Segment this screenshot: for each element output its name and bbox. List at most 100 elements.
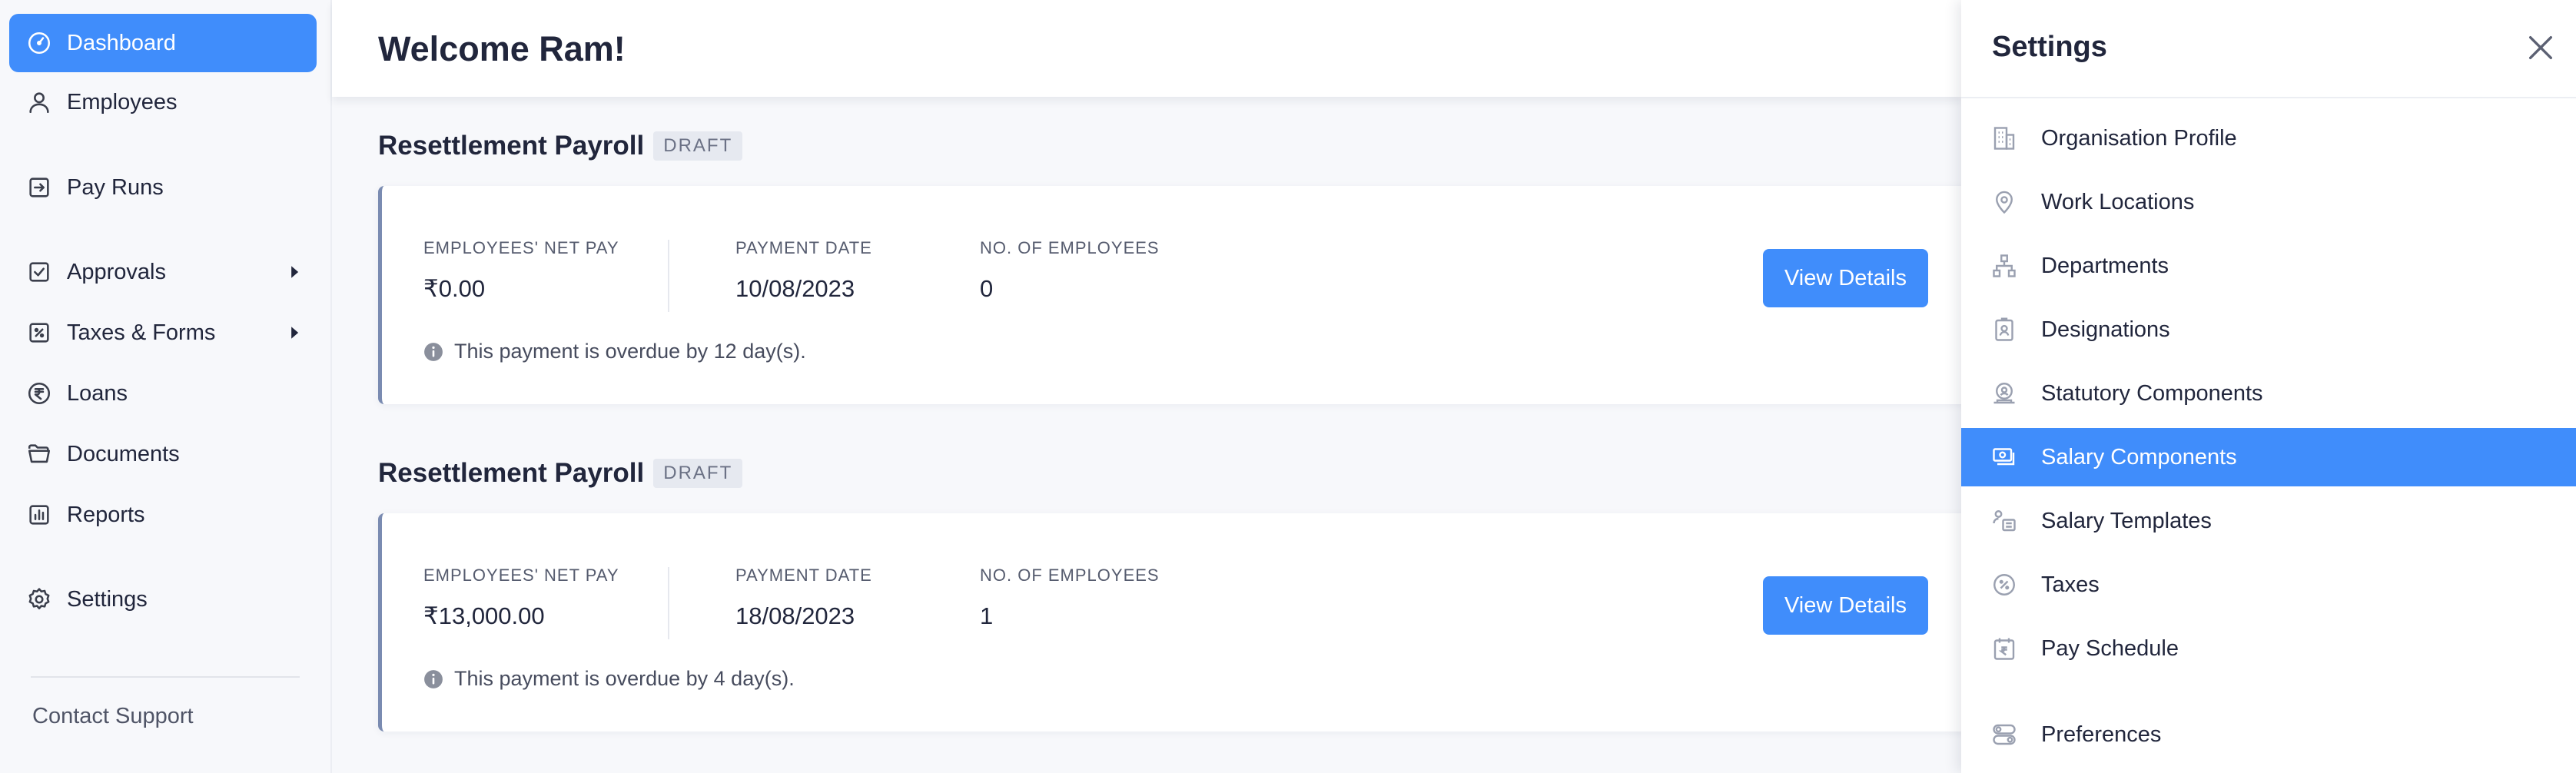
settings-item-label: Pay Schedule (2041, 635, 2179, 661)
org-chart-icon (1993, 254, 2016, 277)
payroll-card: EMPLOYEES' NET PAY ₹13,000.00 PAYMENT DA… (378, 513, 1977, 732)
nav-taxes-forms[interactable]: Taxes & Forms (9, 304, 317, 362)
user-icon (29, 92, 49, 114)
folder-icon (28, 444, 51, 463)
status-badge: DRAFT (653, 459, 743, 488)
overdue-note: This payment is overdue by 12 day(s). (423, 340, 806, 363)
salary-templates-icon (1993, 510, 2016, 532)
settings-item-label: Salary Templates (2041, 508, 2212, 533)
rupee-icon (28, 382, 51, 405)
employee-count-stat: NO. OF EMPLOYEES 0 (980, 238, 1160, 303)
nav-employees[interactable]: Employees (9, 73, 317, 131)
approvals-icon (29, 262, 49, 282)
gear-icon (28, 588, 50, 610)
payment-date-stat: PAYMENT DATE 10/08/2023 (735, 238, 872, 303)
overdue-note: This payment is overdue by 4 day(s). (423, 667, 795, 691)
employee-count-label: NO. OF EMPLOYEES (980, 238, 1160, 257)
employee-count-value: 1 (980, 602, 994, 629)
settings-item-salary-components[interactable]: Salary Components (1961, 428, 2576, 486)
overdue-text: This payment is overdue by 12 day(s). (454, 340, 806, 363)
nav-documents[interactable]: Documents (9, 425, 317, 483)
settings-item-taxes[interactable]: Taxes (1961, 556, 2576, 614)
nav-documents-label: Documents (67, 441, 180, 466)
settings-item-label: Departments (2041, 253, 2169, 278)
building-icon (1993, 127, 2015, 150)
settings-item-salary-templates[interactable]: Salary Templates (1961, 492, 2576, 550)
payment-date-value: 18/08/2023 (735, 602, 855, 629)
employee-count-stat: NO. OF EMPLOYEES 1 (980, 566, 1160, 630)
caret-right-icon (291, 327, 299, 339)
payment-date-label: PAYMENT DATE (735, 238, 872, 257)
nav-loans-label: Loans (67, 380, 128, 406)
payroll-heading: Resettlement Payroll DRAFT (378, 458, 743, 489)
caret-right-icon (291, 266, 299, 278)
settings-item-label: Statutory Components (2041, 380, 2263, 406)
calendar-rupee-icon (1993, 638, 2015, 660)
status-badge: DRAFT (653, 131, 743, 161)
info-icon (424, 669, 443, 688)
settings-item-preferences[interactable]: Preferences (1961, 705, 2576, 764)
settings-item-designations[interactable]: Designations (1961, 300, 2576, 359)
payroll-heading: Resettlement Payroll DRAFT (378, 131, 743, 161)
net-pay-label: EMPLOYEES' NET PAY (423, 238, 619, 257)
employee-count-value: 0 (980, 275, 994, 302)
close-icon[interactable] (2525, 32, 2556, 63)
nav-approvals[interactable]: Approvals (9, 243, 317, 301)
nav-loans[interactable]: Loans (9, 364, 317, 423)
stat-divider (668, 567, 669, 639)
nav-pay-runs[interactable]: Pay Runs (9, 158, 317, 217)
net-pay-label: EMPLOYEES' NET PAY (423, 566, 619, 585)
net-pay-stat: EMPLOYEES' NET PAY ₹13,000.00 (423, 566, 619, 630)
net-pay-value: ₹13,000.00 (423, 602, 545, 629)
info-icon (424, 342, 443, 361)
toggles-icon (1993, 724, 2016, 745)
settings-item-label: Salary Components (2041, 444, 2237, 469)
settings-item-departments[interactable]: Departments (1961, 237, 2576, 295)
settings-item-organisation-profile[interactable]: Organisation Profile (1961, 109, 2576, 168)
payment-date-label: PAYMENT DATE (735, 566, 872, 585)
payment-date-stat: PAYMENT DATE 18/08/2023 (735, 566, 872, 630)
payroll-card: EMPLOYEES' NET PAY ₹0.00 PAYMENT DATE 10… (378, 186, 1977, 404)
settings-item-work-locations[interactable]: Work Locations (1961, 173, 2576, 231)
overdue-text: This payment is overdue by 4 day(s). (454, 667, 795, 690)
location-pin-icon (1996, 191, 2013, 214)
nav-reports-label: Reports (67, 502, 145, 527)
nav-taxes-forms-label: Taxes & Forms (67, 320, 216, 345)
nav-settings[interactable]: Settings (9, 570, 317, 629)
statutory-icon (1993, 383, 2015, 404)
sidebar-divider (31, 676, 300, 678)
sidebar: Dashboard Employees Pay Runs Approvals T… (0, 0, 332, 773)
nav-dashboard[interactable]: Dashboard (9, 14, 317, 72)
settings-item-label: Preferences (2041, 722, 2162, 747)
view-details-button[interactable]: View Details (1763, 576, 1928, 635)
pay-runs-icon (29, 177, 49, 197)
percent-icon (1993, 574, 2015, 596)
settings-item-pay-schedule[interactable]: Pay Schedule (1961, 619, 2576, 678)
top-bar: Welcome Ram! (332, 0, 1961, 97)
settings-item-label: Work Locations (2041, 189, 2195, 214)
nav-reports[interactable]: Reports (9, 486, 317, 544)
view-details-button[interactable]: View Details (1763, 249, 1928, 307)
taxes-icon (29, 323, 49, 343)
reports-icon (29, 505, 49, 525)
contact-support-link[interactable]: Contact Support (32, 704, 194, 729)
nav-employees-label: Employees (67, 89, 178, 114)
employee-count-label: NO. OF EMPLOYEES (980, 566, 1160, 585)
settings-item-label: Designations (2041, 317, 2170, 342)
stat-divider (668, 240, 669, 312)
settings-panel: Settings Organisation Profile Work Locat… (1961, 0, 2576, 773)
settings-item-statutory-components[interactable]: Statutory Components (1961, 364, 2576, 423)
id-badge-icon (1995, 317, 2013, 341)
nav-settings-label: Settings (67, 586, 148, 612)
main-content: Welcome Ram! Resettlement Payroll DRAFT … (332, 0, 1977, 773)
payroll-title: Resettlement Payroll (378, 458, 645, 488)
net-pay-value: ₹0.00 (423, 275, 486, 302)
nav-pay-runs-label: Pay Runs (67, 174, 164, 200)
settings-item-label: Taxes (2041, 572, 2100, 597)
settings-title: Settings (1992, 31, 2107, 63)
net-pay-stat: EMPLOYEES' NET PAY ₹0.00 (423, 238, 619, 303)
payment-date-value: 10/08/2023 (735, 275, 855, 302)
nav-dashboard-label: Dashboard (67, 30, 176, 55)
dashboard-icon (28, 32, 51, 55)
nav-approvals-label: Approvals (67, 259, 166, 284)
